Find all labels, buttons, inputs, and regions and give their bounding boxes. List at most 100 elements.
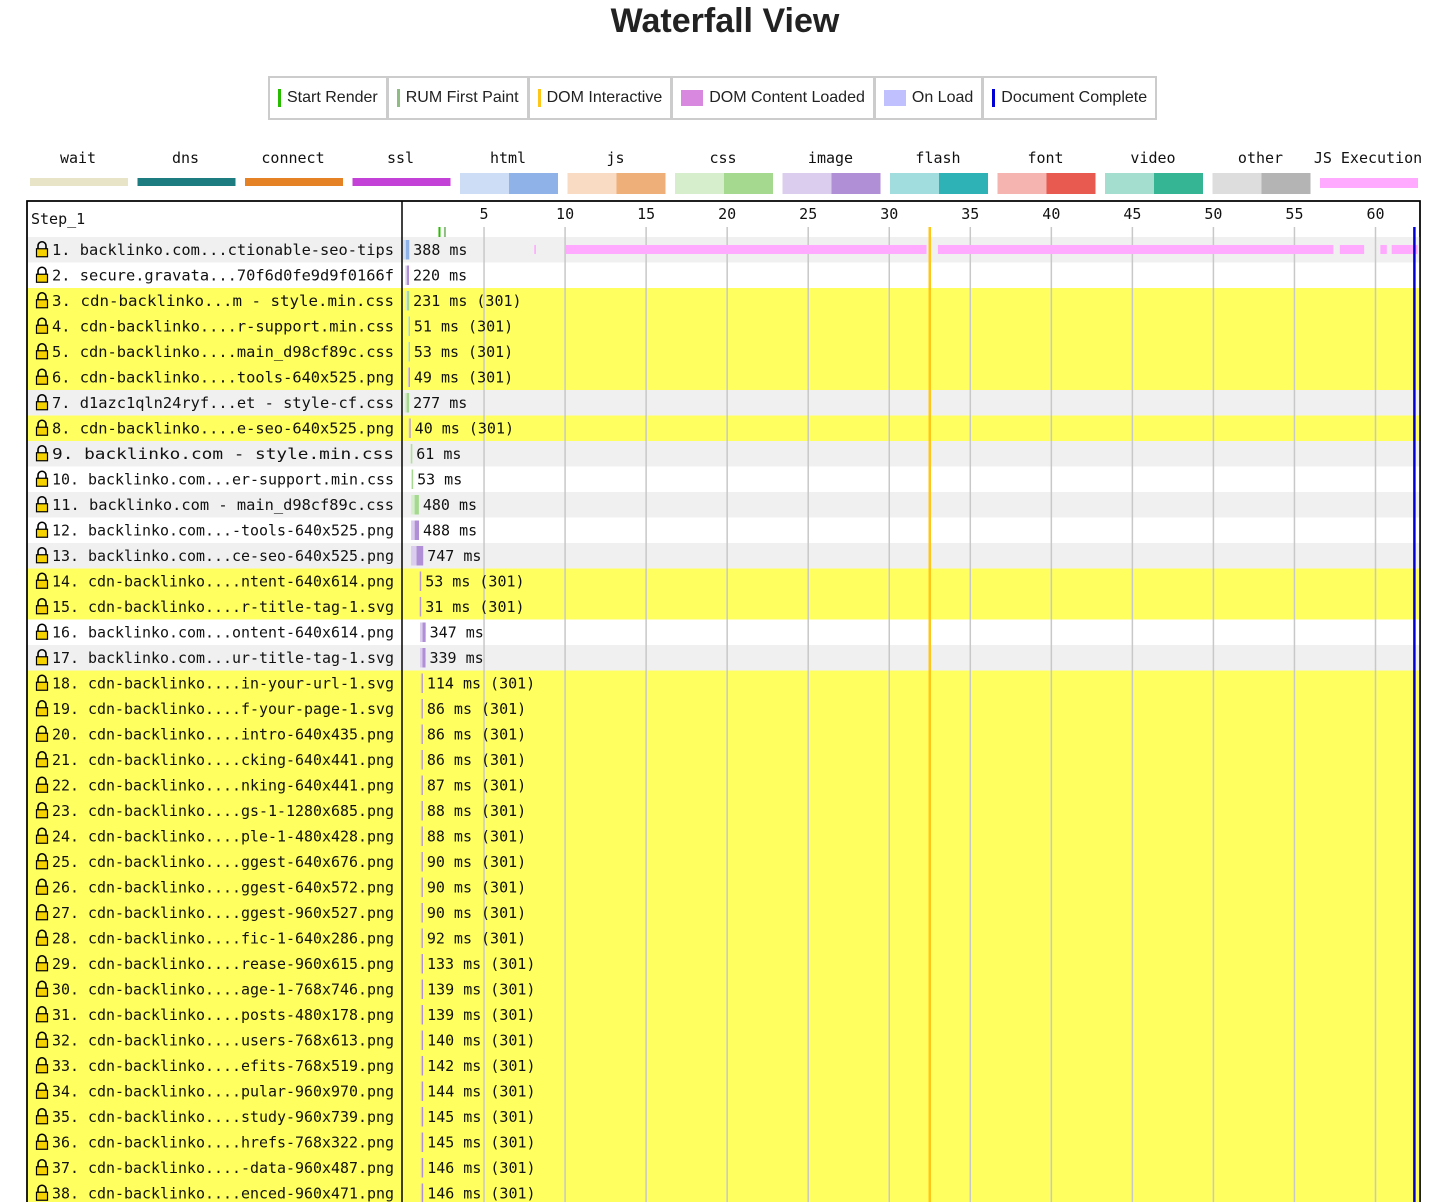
request-bar xyxy=(407,265,409,285)
request-bar xyxy=(421,724,423,744)
request-time: 90 ms (301) xyxy=(427,853,526,871)
request-time: 53 ms (301) xyxy=(425,572,524,590)
lock-icon-body xyxy=(35,962,49,972)
request-bar xyxy=(421,979,424,999)
type-legend-swatch xyxy=(137,178,236,186)
type-legend-label: video xyxy=(1130,149,1175,167)
request-label: 33. cdn-backlinko....efits-768x519.png xyxy=(52,1057,394,1075)
lock-icon-body xyxy=(35,299,49,309)
lock-icon-body xyxy=(35,248,49,258)
axis-tick-label: 30 xyxy=(880,205,898,223)
request-bar-wait xyxy=(420,622,423,642)
lock-icon-body xyxy=(35,579,49,589)
request-time: 146 ms (301) xyxy=(427,1159,535,1177)
type-legend-swatch-light xyxy=(567,173,617,194)
request-label: 38. cdn-backlinko....enced-960x471.png xyxy=(52,1184,394,1202)
request-label: 32. cdn-backlinko....users-768x613.png xyxy=(52,1031,394,1049)
lock-icon-body xyxy=(35,783,49,793)
request-bar xyxy=(421,1158,424,1178)
request-bar xyxy=(422,648,426,668)
request-bar-wait xyxy=(420,1005,422,1025)
request-label: 14. cdn-backlinko....ntent-640x614.png xyxy=(52,572,394,590)
request-bar xyxy=(408,342,410,362)
request-label: 25. cdn-backlinko....ggest-640x676.png xyxy=(52,853,394,871)
request-bar xyxy=(407,291,410,311)
request-bar xyxy=(416,546,424,566)
step-label: Step_1 xyxy=(31,210,85,228)
request-bar xyxy=(421,852,423,872)
js-execution-bar xyxy=(534,245,536,254)
request-label: 4. cdn-backlinko....r-support.min.css xyxy=(52,317,394,335)
type-legend-label: image xyxy=(808,149,853,167)
lock-icon-body xyxy=(35,681,49,691)
lock-icon-body xyxy=(35,860,49,870)
request-bar-wait xyxy=(404,393,407,413)
request-time: 347 ms xyxy=(430,623,484,641)
request-bar-wait xyxy=(419,597,421,617)
axis-tick-label: 25 xyxy=(799,205,817,223)
request-bar-wait xyxy=(403,240,406,260)
lock-icon-body xyxy=(35,401,49,411)
request-bar xyxy=(421,1081,424,1101)
request-time: 61 ms xyxy=(416,445,461,463)
request-time: 388 ms xyxy=(413,241,467,259)
lock-icon-body xyxy=(35,452,49,462)
lock-icon-body xyxy=(35,324,49,334)
type-legend-swatch xyxy=(1046,173,1096,194)
request-time: 142 ms (301) xyxy=(427,1057,535,1075)
request-bar xyxy=(405,240,410,260)
lock-icon-body xyxy=(35,1038,49,1048)
type-legend-swatch xyxy=(939,173,988,194)
lock-icon-body xyxy=(35,1013,49,1023)
request-label: 10. backlinko.com...er-support.min.css xyxy=(52,470,394,488)
request-label: 13. backlinko.com...ce-seo-640x525.png xyxy=(52,547,394,565)
request-time: 139 ms (301) xyxy=(427,980,535,998)
request-bar-wait xyxy=(420,1158,422,1178)
request-bar xyxy=(422,622,426,642)
request-label: 3. cdn-backlinko...m - style.min.css xyxy=(52,292,394,310)
type-legend-swatch xyxy=(509,173,558,194)
request-bar-wait xyxy=(420,877,422,897)
lock-icon-body xyxy=(35,911,49,921)
lock-icon-body xyxy=(35,707,49,717)
request-bar xyxy=(408,367,410,387)
request-bar-wait xyxy=(420,928,422,948)
request-bar xyxy=(414,495,419,515)
type-legend-swatch-light xyxy=(997,173,1047,194)
axis-tick-label: 60 xyxy=(1366,205,1384,223)
lock-icon-body xyxy=(35,1166,49,1176)
request-bar xyxy=(409,418,411,438)
type-legend-swatch-light xyxy=(782,173,832,194)
request-time: 144 ms (301) xyxy=(427,1082,535,1100)
request-bar xyxy=(421,928,423,948)
request-label: 9. backlinko.com - style.min.css xyxy=(52,445,394,463)
request-bar xyxy=(421,954,423,974)
request-label: 15. cdn-backlinko....r-title-tag-1.svg xyxy=(52,598,394,616)
request-label: 16. backlinko.com...ontent-640x614.png xyxy=(52,623,394,641)
request-time: 49 ms (301) xyxy=(414,368,513,386)
request-bar-wait xyxy=(420,1183,422,1202)
type-legend-label: html xyxy=(490,149,526,167)
request-label: 19. cdn-backlinko....f-your-page-1.svg xyxy=(52,700,394,718)
lock-icon-body xyxy=(35,528,49,538)
lock-icon-body xyxy=(35,630,49,640)
request-label: 21. cdn-backlinko....cking-640x441.png xyxy=(52,751,394,769)
axis-tick-label: 40 xyxy=(1042,205,1060,223)
request-bar xyxy=(421,1056,424,1076)
request-time: 87 ms (301) xyxy=(427,776,526,794)
request-time: 51 ms (301) xyxy=(414,317,513,335)
lock-icon-body xyxy=(35,758,49,768)
axis-tick-label: 5 xyxy=(480,205,489,223)
type-legend-swatch xyxy=(616,173,666,194)
request-bar xyxy=(421,1107,424,1127)
request-bar-wait xyxy=(411,546,417,566)
lock-icon-body xyxy=(35,1064,49,1074)
axis-tick-label: 20 xyxy=(718,205,736,223)
request-label: 31. cdn-backlinko....posts-480x178.png xyxy=(52,1006,394,1024)
request-bar-wait xyxy=(405,291,408,311)
request-label: 26. cdn-backlinko....ggest-640x572.png xyxy=(52,878,394,896)
lock-icon-body xyxy=(35,350,49,360)
lock-icon-body xyxy=(35,1140,49,1150)
request-label: 22. cdn-backlinko....nking-640x441.png xyxy=(52,776,394,794)
waterfall-chart: wait dns connect ssl html js css image flash font… xyxy=(26,149,1422,1202)
